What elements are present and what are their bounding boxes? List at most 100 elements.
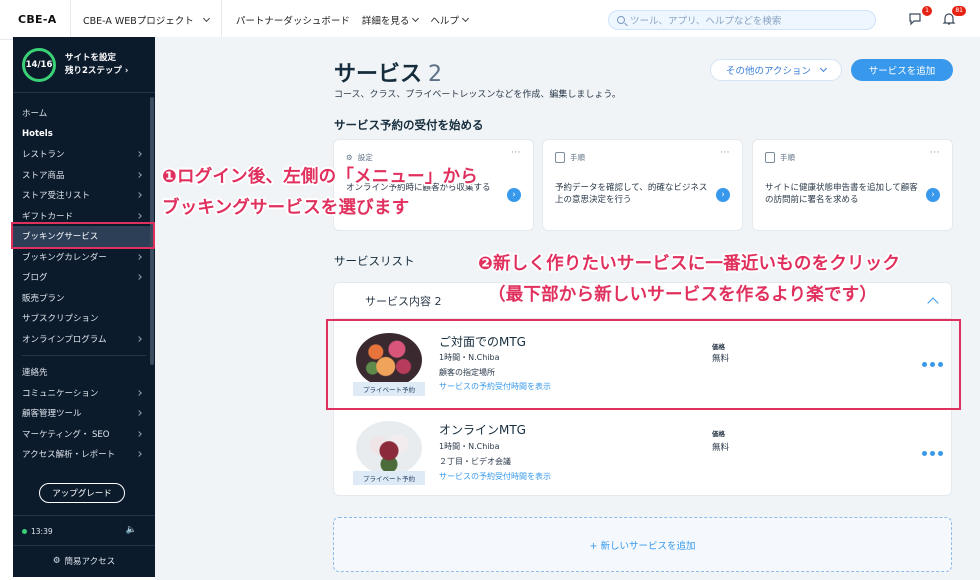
page-title-text: サービス xyxy=(334,62,423,87)
sidebar-item-booking-calendar[interactable]: ブッキングカレンダー xyxy=(13,247,155,268)
setup-text: サイトを設定 残り2ステップ › xyxy=(65,52,128,78)
site-name: CBE-A WEBプロジェクト xyxy=(83,15,194,27)
sidebar-item-home[interactable]: ホーム xyxy=(13,103,155,124)
sidebar-item-pricing-plans[interactable]: 販売プラン xyxy=(13,288,155,309)
dot xyxy=(938,451,943,456)
price-label: 価格 xyxy=(712,430,725,438)
arrow-right-icon[interactable]: › xyxy=(507,188,521,202)
annotation-step-2-line-1: ❷新しく作りたいサービスに一番近いものをクリック xyxy=(478,254,901,274)
nav-partner-dashboard[interactable]: パートナーダッシュボード xyxy=(236,13,350,27)
sidebar-item-label: レストラン xyxy=(22,150,65,161)
sidebar-item-hotels[interactable]: Hotels xyxy=(13,124,155,145)
more-actions-label: その他のアクション xyxy=(725,66,812,77)
search-icon xyxy=(617,16,625,24)
chat-badge: 1 xyxy=(922,6,932,16)
chevron-right-icon xyxy=(136,410,142,417)
sidebar-item-store-products[interactable]: ストア商品 xyxy=(13,165,155,186)
sidebar-item-label: 連絡先 xyxy=(22,368,48,379)
arrow-right-icon[interactable]: › xyxy=(926,188,940,202)
progress-ring: 14/16 xyxy=(22,47,56,82)
chat-icon[interactable]: 1 xyxy=(908,6,932,27)
more-icon[interactable] xyxy=(922,451,943,456)
chevron-right-icon xyxy=(136,451,142,458)
nav-details[interactable]: 詳細を見る xyxy=(362,13,420,27)
service-image xyxy=(356,421,422,475)
sidebar-item-online-programs[interactable]: オンラインプログラム xyxy=(13,329,155,350)
chevron-right-icon xyxy=(136,151,142,158)
document-icon xyxy=(765,152,775,163)
site-switcher[interactable]: CBE-A WEBプロジェクト xyxy=(70,0,222,40)
sidebar-item-contacts[interactable]: 連絡先 xyxy=(13,362,155,383)
sidebar-item-crm-tools[interactable]: 顧客管理ツール xyxy=(13,403,155,424)
search-input[interactable]: ツール、アプリ、ヘルプなどを検索 xyxy=(608,10,876,30)
service-location: ２丁目・ビデオ会議 xyxy=(439,457,511,466)
document-icon xyxy=(555,152,565,163)
chevron-right-icon xyxy=(136,212,142,219)
private-booking-tag: プライベート予約 xyxy=(353,471,425,485)
highlight-service-row xyxy=(326,319,961,410)
sidebar-item-label: Hotels xyxy=(22,128,53,139)
page-title: サービス 2 xyxy=(334,56,442,88)
clock: 13:39 xyxy=(22,527,53,536)
service-list-heading: サービスリスト xyxy=(334,254,415,268)
sidebar-item-restaurant[interactable]: レストラン xyxy=(13,144,155,165)
sidebar-item-label: ストア受注リスト xyxy=(22,191,91,202)
sidebar-item-communications[interactable]: コミュニケーション xyxy=(13,383,155,404)
card-type: 手順 xyxy=(555,152,585,163)
sidebar-item-store-orders[interactable]: ストア受注リスト xyxy=(13,185,155,206)
sidebar-item-blog[interactable]: ブログ xyxy=(13,267,155,288)
more-actions-button[interactable]: その他のアクション xyxy=(710,59,842,81)
sidebar: 14/16 サイトを設定 残り2ステップ › ホーム Hotels レストラン … xyxy=(13,37,155,577)
add-new-service-button[interactable]: + 新しいサービスを追加 xyxy=(333,517,952,572)
more-icon[interactable]: ··· xyxy=(511,148,521,158)
card-type-label: 手順 xyxy=(780,153,795,162)
chevron-down-icon xyxy=(819,64,828,73)
sidebar-item-label: ホーム xyxy=(22,109,48,120)
sidebar-menu: ホーム Hotels レストラン ストア商品 ストア受注リスト ギフトカード ブ… xyxy=(13,93,155,465)
setup-card-steps-2[interactable]: 手順 ··· サイトに健康状態申告書を追加して顧客の訪問前に署名を求める › xyxy=(752,139,953,231)
more-icon[interactable]: ··· xyxy=(930,148,940,158)
sidebar-item-label: ブッキングカレンダー xyxy=(22,252,107,263)
gear-icon: ⚙ xyxy=(346,153,353,162)
more-icon[interactable]: ··· xyxy=(720,148,730,158)
start-booking-heading: サービス予約の受付を始める xyxy=(334,118,484,132)
arrow-right-icon[interactable]: › xyxy=(716,188,730,202)
online-status-icon xyxy=(22,529,27,534)
logo[interactable]: CBE-A xyxy=(0,13,70,26)
sidebar-item-label: オンラインプログラム xyxy=(22,334,107,345)
chevron-right-icon xyxy=(136,430,142,437)
top-nav: パートナーダッシュボード 詳細を見る ヘルプ xyxy=(222,13,469,27)
sidebar-item-marketing-seo[interactable]: マーケティング・ SEO xyxy=(13,424,155,445)
bell-icon[interactable]: 81 xyxy=(942,6,966,27)
add-service-button[interactable]: サービスを追加 xyxy=(851,59,953,81)
upgrade-button[interactable]: アップグレード xyxy=(39,483,125,503)
sidebar-item-label: マーケティング・ SEO xyxy=(22,429,110,440)
service-group-title: サービス内容 2 xyxy=(365,295,442,308)
setup-title: サイトを設定 xyxy=(65,52,117,63)
chevron-right-icon xyxy=(136,335,142,342)
sidebar-item-subscriptions[interactable]: サブスクリプション xyxy=(13,308,155,329)
nav-help[interactable]: ヘルプ xyxy=(430,13,469,27)
chevron-right-icon xyxy=(136,274,142,281)
sidebar-item-analytics[interactable]: アクセス解析・レポート xyxy=(13,444,155,465)
search-placeholder: ツール、アプリ、ヘルプなどを検索 xyxy=(630,16,782,27)
chevron-right-icon xyxy=(136,253,142,260)
setup-card-steps-1[interactable]: 手順 ··· 予約データを確認して、的確なビジネス上の意思決定を行う › xyxy=(542,139,743,231)
highlight-booking-menu xyxy=(11,222,155,249)
time-text: 13:39 xyxy=(31,527,53,536)
setup-progress[interactable]: 14/16 サイトを設定 残り2ステップ › xyxy=(13,37,155,93)
quick-access-icon: ⚙ xyxy=(52,555,61,566)
sidebar-item-label: コミュニケーション xyxy=(22,388,99,399)
chevron-right-icon xyxy=(136,389,142,396)
view-availability-link[interactable]: サービスの予約受付時間を表示 xyxy=(439,471,551,482)
sidebar-divider xyxy=(13,515,155,516)
setup-subtitle: 残り2ステップ › xyxy=(65,65,129,76)
quick-access-button[interactable]: ⚙ 簡易アクセス xyxy=(13,545,155,575)
page-subtitle: コース、クラス、プライベートレッスンなどを作成、編集しましょう。 xyxy=(334,90,621,100)
chevron-down-icon xyxy=(412,14,420,22)
annotation-step-1-line-1: ❶ログイン後、左側の「メニュー」から xyxy=(162,167,478,187)
dot xyxy=(930,451,935,456)
nav-help-label: ヘルプ xyxy=(430,15,459,27)
service-name[interactable]: オンラインMTG xyxy=(439,421,526,438)
speaker-icon[interactable]: 🔈 xyxy=(126,525,137,535)
